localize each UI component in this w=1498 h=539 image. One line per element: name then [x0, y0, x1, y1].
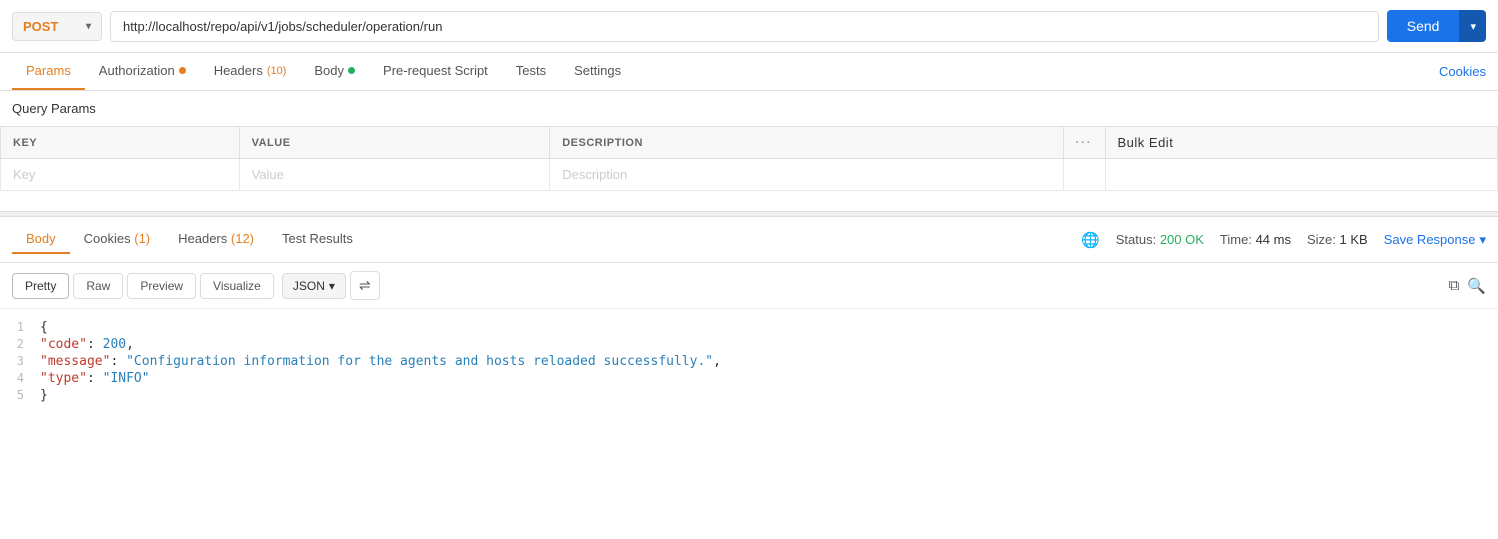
code-line-2: 2 "code": 200,	[0, 336, 1498, 353]
tab-headers[interactable]: Headers (10)	[200, 53, 301, 90]
resp-tab-cookies[interactable]: Cookies (1)	[70, 225, 164, 254]
format-visualize-button[interactable]: Visualize	[200, 273, 274, 299]
tab-settings[interactable]: Settings	[560, 53, 635, 90]
size-text: Size: 1 KB	[1307, 232, 1368, 247]
cookies-link[interactable]: Cookies	[1439, 54, 1486, 89]
save-response-chevron: ▾	[1479, 232, 1486, 248]
method-selector[interactable]: POST ▾	[12, 12, 102, 41]
send-dropdown-button[interactable]: ▾	[1459, 10, 1486, 42]
tab-prerequest[interactable]: Pre-request Script	[369, 53, 502, 90]
code-area-wrapper: 1 { 2 "code": 200, 3 "message": "Configu…	[0, 309, 1498, 414]
format-bar: Pretty Raw Preview Visualize JSON ▾ ⇌ ⧉ …	[0, 263, 1498, 309]
query-params-header: Query Params	[0, 91, 1498, 126]
format-preview-button[interactable]: Preview	[127, 273, 196, 299]
method-label: POST	[23, 19, 58, 34]
code-line-4: 4 "type": "INFO"	[0, 370, 1498, 387]
search-button[interactable]: 🔍	[1467, 277, 1486, 295]
code-brace-open: {	[40, 320, 1498, 335]
code-line-1: 1 {	[0, 319, 1498, 336]
authorization-dot	[179, 67, 186, 74]
code-content: "message": "Configuration information fo…	[40, 354, 1498, 369]
tab-authorization[interactable]: Authorization	[85, 53, 200, 90]
top-bar: POST ▾ Send ▾	[0, 0, 1498, 53]
code-content: "code": 200,	[40, 337, 1498, 352]
line-number: 1	[0, 320, 40, 334]
table-row: Key Value Description	[1, 159, 1498, 191]
body-dot	[348, 67, 355, 74]
value-placeholder: Value	[252, 167, 284, 182]
actions-column-header: ···	[1063, 127, 1105, 159]
key-column-header: KEY	[1, 127, 240, 159]
json-chevron-icon: ▾	[329, 279, 335, 293]
headers-count: (10)	[267, 65, 287, 77]
code-brace-close: }	[40, 388, 1498, 403]
line-number: 4	[0, 371, 40, 385]
key-input-cell[interactable]: Key	[1, 159, 240, 191]
word-wrap-button[interactable]: ⇌	[350, 271, 380, 300]
line-number: 5	[0, 388, 40, 402]
description-placeholder: Description	[562, 167, 627, 182]
tab-tests[interactable]: Tests	[502, 53, 560, 90]
time-text: Time: 44 ms	[1220, 232, 1291, 247]
line-number: 3	[0, 354, 40, 368]
request-tabs: Params Authorization Headers (10) Body P…	[0, 53, 1498, 91]
format-pretty-button[interactable]: Pretty	[12, 273, 69, 299]
description-column-header: DESCRIPTION	[550, 127, 1063, 159]
method-chevron-icon: ▾	[86, 21, 91, 32]
response-code-area: 1 { 2 "code": 200, 3 "message": "Configu…	[0, 309, 1498, 414]
send-button-group: Send ▾	[1387, 10, 1486, 42]
format-raw-button[interactable]: Raw	[73, 273, 123, 299]
json-format-selector[interactable]: JSON ▾	[282, 273, 346, 299]
globe-icon: 🌐	[1081, 231, 1100, 249]
value-column-header: VALUE	[239, 127, 550, 159]
send-button[interactable]: Send	[1387, 10, 1460, 42]
resp-tab-body[interactable]: Body	[12, 225, 70, 254]
wrap-icon: ⇌	[359, 277, 371, 293]
row-bulk	[1105, 159, 1498, 191]
key-placeholder: Key	[13, 167, 35, 182]
tab-params[interactable]: Params	[12, 53, 85, 90]
response-bar: Body Cookies (1) Headers (12) Test Resul…	[0, 217, 1498, 263]
url-input[interactable]	[110, 11, 1379, 42]
row-actions	[1063, 159, 1105, 191]
code-line-5: 5 }	[0, 387, 1498, 404]
code-content: "type": "INFO"	[40, 371, 1498, 386]
value-input-cell[interactable]: Value	[239, 159, 550, 191]
bulk-edit-header[interactable]: Bulk Edit	[1105, 127, 1498, 159]
format-actions: ⧉ 🔍	[1449, 277, 1486, 295]
tab-body[interactable]: Body	[300, 53, 369, 90]
status-text: Status: 200 OK	[1116, 232, 1204, 247]
copy-button[interactable]: ⧉	[1449, 277, 1460, 295]
three-dots-icon: ···	[1076, 137, 1093, 149]
save-response-button[interactable]: Save Response ▾	[1384, 232, 1486, 248]
description-input-cell[interactable]: Description	[550, 159, 1063, 191]
status-info: 🌐 Status: 200 OK Time: 44 ms Size: 1 KB …	[1081, 231, 1486, 249]
code-line-3: 3 "message": "Configuration information …	[0, 353, 1498, 370]
params-table: KEY VALUE DESCRIPTION ··· Bulk Edit Key …	[0, 126, 1498, 191]
json-format-label: JSON	[293, 279, 325, 293]
resp-tab-headers[interactable]: Headers (12)	[164, 225, 268, 254]
resp-tab-test-results[interactable]: Test Results	[268, 225, 367, 254]
line-number: 2	[0, 337, 40, 351]
